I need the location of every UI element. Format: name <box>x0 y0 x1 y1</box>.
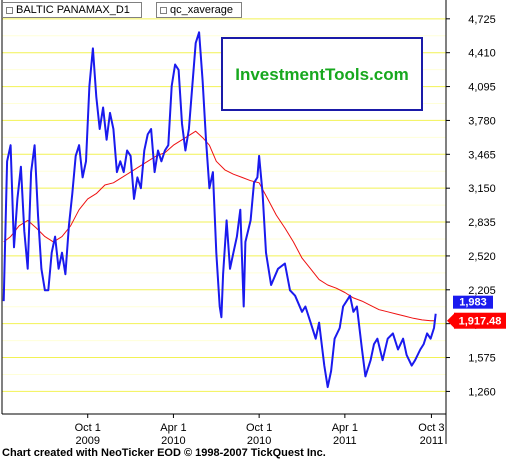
y-tick-label: 4,725 <box>468 14 496 26</box>
y-tick-label: 1,260 <box>468 386 496 398</box>
brand-watermark: InvestmentTools.com <box>221 37 423 111</box>
y-tick-label: 2,205 <box>468 285 496 297</box>
y-tick-label: 3,150 <box>468 183 496 195</box>
legend-item-average: qc_xaverage <box>156 2 242 18</box>
x-tick-label: Apr 1 <box>160 422 186 434</box>
y-tick-label: 2,520 <box>468 251 496 263</box>
x-tick-label: Oct 1 <box>246 422 272 434</box>
x-tick-year-label: 2010 <box>247 435 271 447</box>
legend-label-price: BALTIC PANAMAX_D1 <box>16 4 130 16</box>
y-tick-label: 3,465 <box>468 149 496 161</box>
x-tick-label: Oct 3 <box>418 422 444 434</box>
x-tick-year-label: 2010 <box>161 435 185 447</box>
legend-swatch-icon <box>6 6 13 14</box>
y-tick-label: 1,575 <box>468 353 496 365</box>
footer-credit: Chart created with NeoTicker EOD © 1998-… <box>2 447 326 459</box>
x-tick-year-label: 2011 <box>333 435 357 447</box>
average-last-label: 1,917.48 <box>459 316 502 328</box>
y-tick-label: 4,095 <box>468 82 496 94</box>
x-tick-label: Oct 1 <box>75 422 101 434</box>
y-tick-label: 4,410 <box>468 48 496 60</box>
legend-label-average: qc_xaverage <box>170 4 233 16</box>
x-tick-year-label: 2009 <box>75 435 99 447</box>
legend-swatch-icon <box>160 6 167 14</box>
price-last-label: 1,983 <box>459 297 487 309</box>
x-tick-year-label: 2011 <box>420 435 444 447</box>
legend-item-price: BALTIC PANAMAX_D1 <box>2 2 142 18</box>
y-tick-label: 3,780 <box>468 115 496 127</box>
y-tick-label: 2,835 <box>468 217 496 229</box>
x-tick-label: Apr 1 <box>332 422 358 434</box>
